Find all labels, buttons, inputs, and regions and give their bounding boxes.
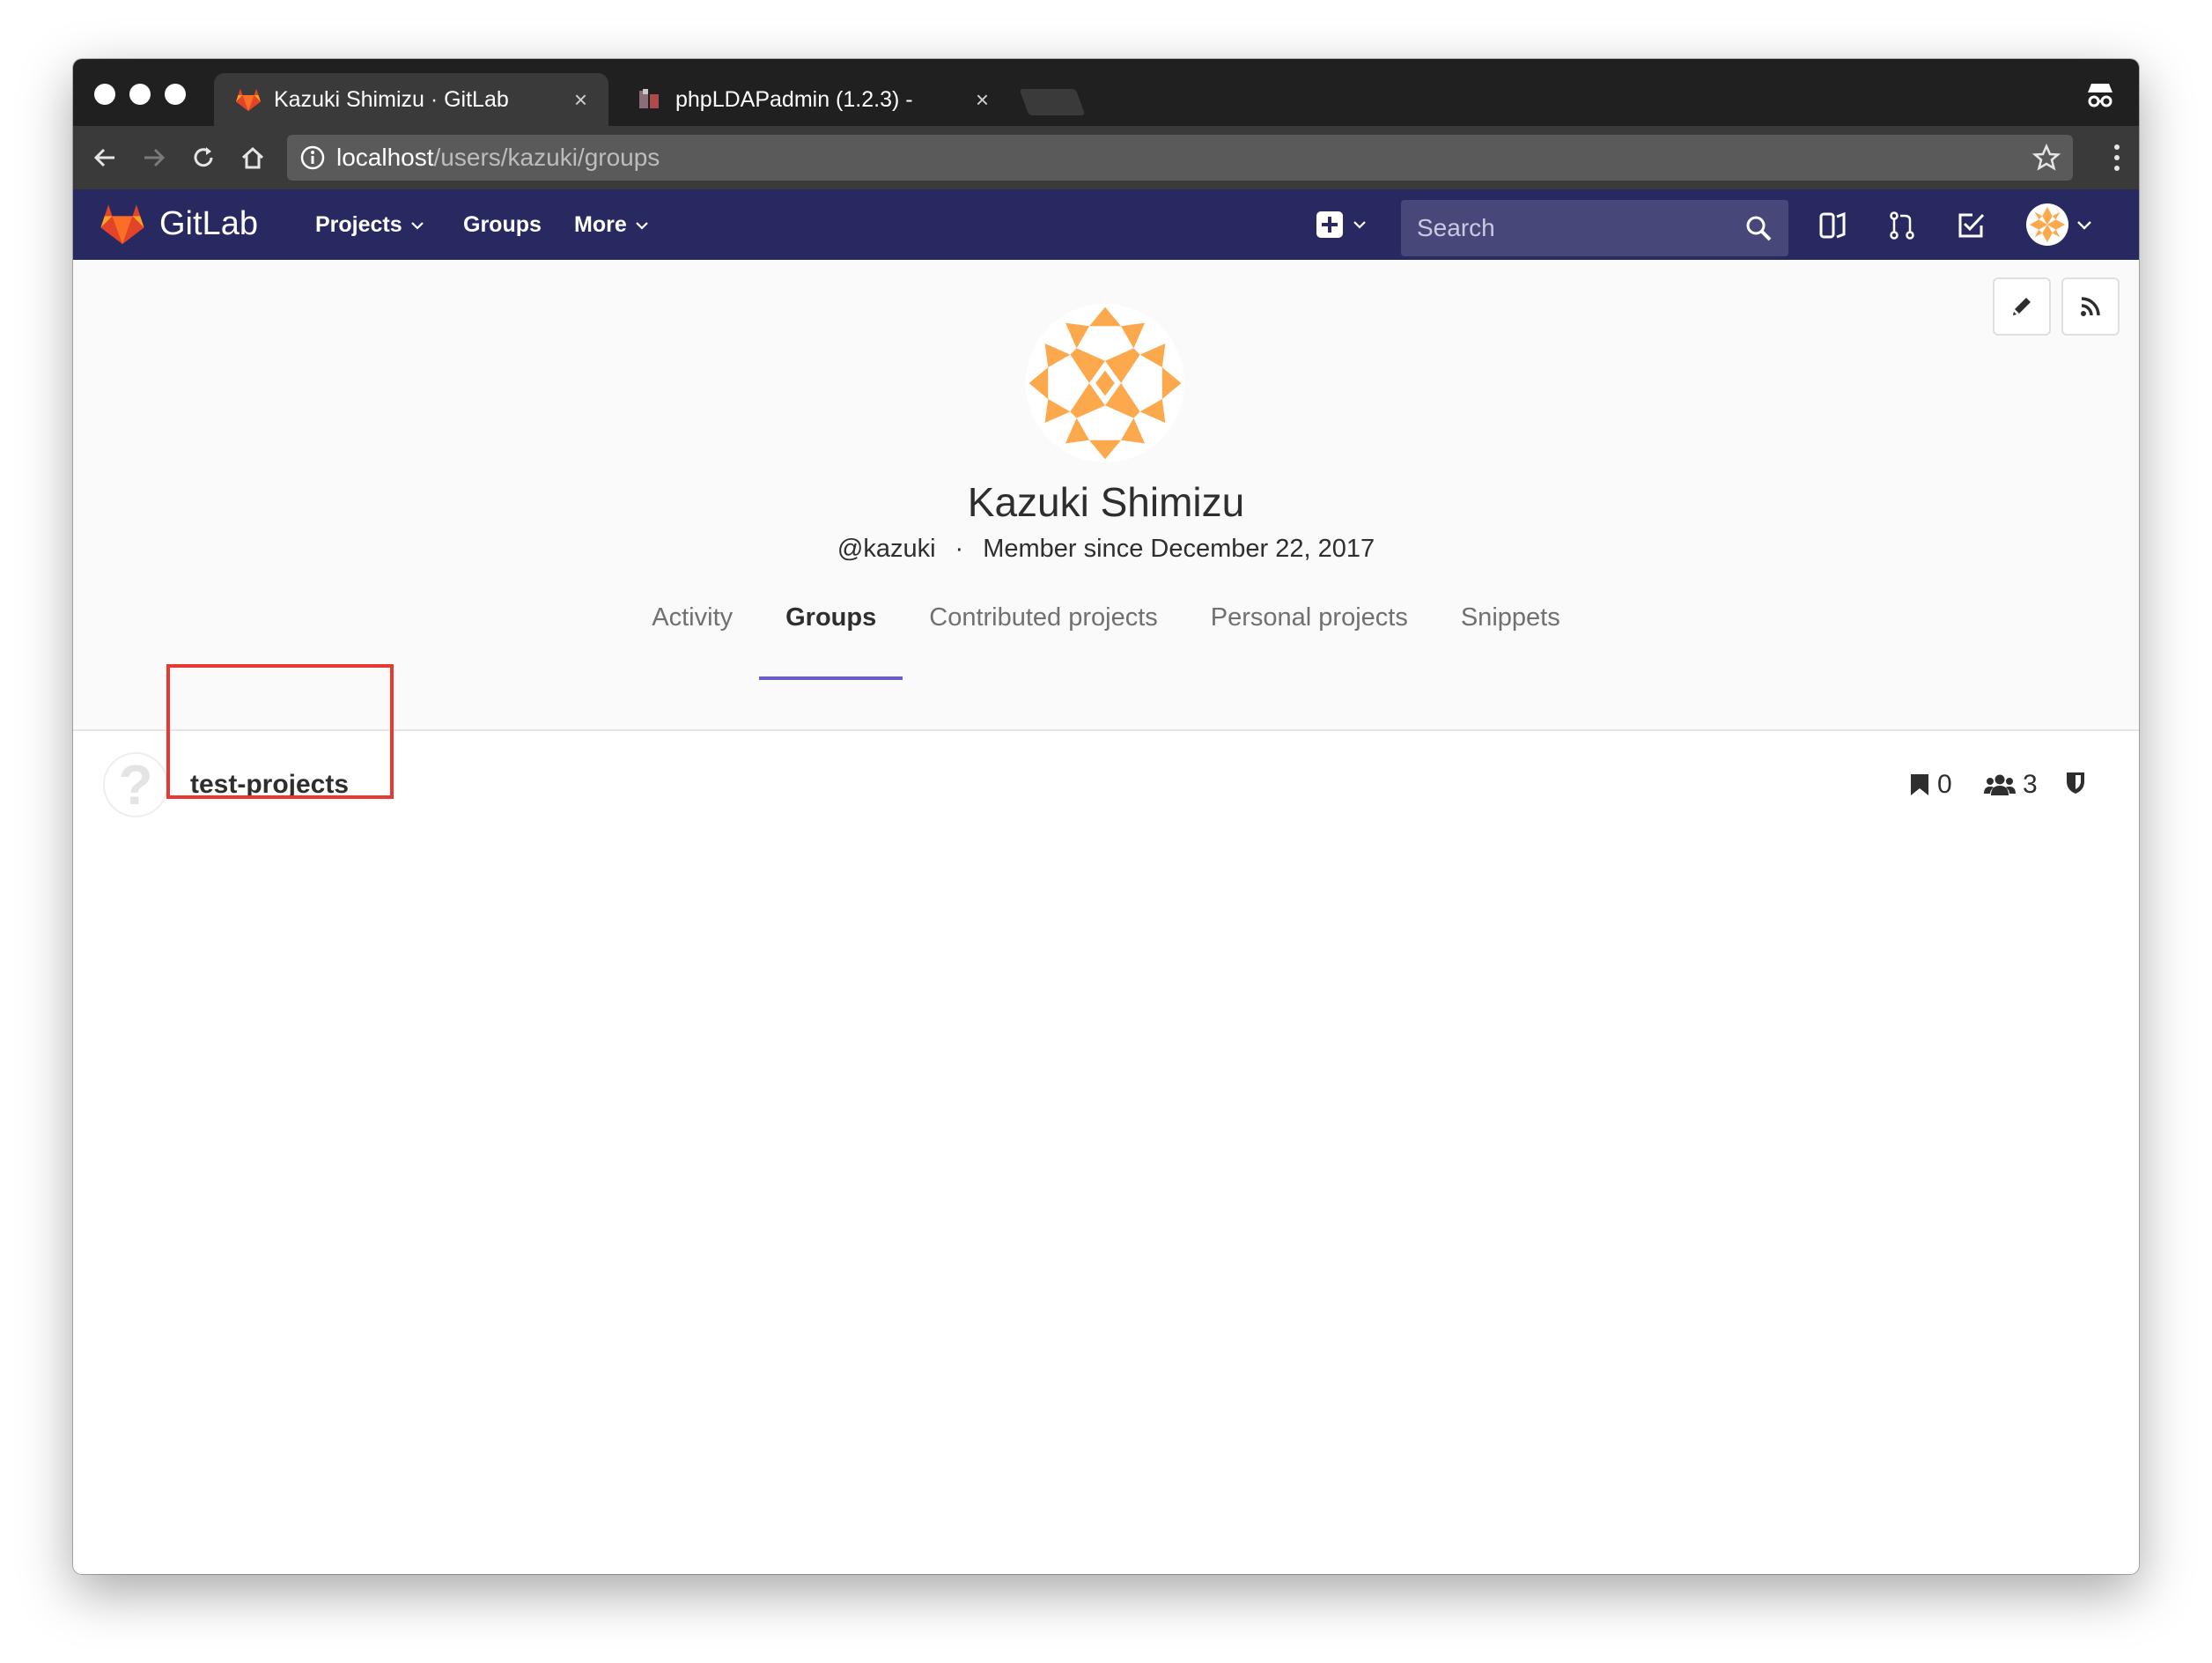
projects-count: 0 [1937,770,1952,799]
nav-groups[interactable]: Groups [463,212,542,238]
browser-menu-icon[interactable] [2112,142,2121,174]
bookmark-icon [1911,774,1928,795]
users-icon [1984,774,2016,795]
issues-board-icon[interactable] [1817,209,1850,242]
info-icon[interactable] [299,144,326,171]
chevron-down-icon[interactable] [2076,216,2093,233]
phpldapadmin-favicon-icon [637,86,663,113]
browser-window: Kazuki Shimizu · GitLab × phpLDAPadmin (… [73,59,2139,1574]
search-icon[interactable] [1744,214,1773,242]
window-zoom-dot[interactable] [165,84,186,105]
browser-tab-gitlab[interactable]: Kazuki Shimizu · GitLab × [214,73,608,126]
plus-square-icon [1316,211,1343,238]
gitlab-header: GitLab Projects Groups More Search [73,189,2139,260]
rss-icon [2081,297,2100,316]
merge-requests-icon[interactable] [1885,209,1919,242]
nav-more-label: More [574,212,627,237]
search-input[interactable]: Search [1401,200,1788,256]
chevron-down-icon [635,221,648,230]
gitlab-favicon-icon [235,86,262,113]
group-avatar[interactable]: ? [103,752,168,817]
pencil-icon [2013,298,2031,315]
forward-arrow-icon[interactable] [135,138,173,177]
nav-projects-label: Projects [315,212,402,237]
tab-title: phpLDAPadmin (1.2.3) - [675,86,913,112]
highlight-annotation-box [166,664,394,799]
back-arrow-icon[interactable] [85,138,124,177]
todos-icon[interactable] [1954,209,1987,242]
profile-avatar [1026,304,1184,462]
meta-separator: · [955,535,964,563]
tab-title: Kazuki Shimizu · GitLab [274,86,509,112]
home-icon[interactable] [233,138,272,177]
search-placeholder: Search [1417,214,1495,241]
profile-header: Kazuki Shimizu @kazuki · Member since Dece… [73,260,2139,731]
members-count: 3 [2023,770,2038,799]
nav-groups-label: Groups [463,212,542,237]
browser-tab-strip: Kazuki Shimizu · GitLab × phpLDAPadmin (… [73,59,2139,126]
new-item-dropdown[interactable] [1315,209,1371,240]
gitlab-brand[interactable]: GitLab [159,205,258,243]
address-bar[interactable]: localhost/users/kazuki/groups [287,135,2073,181]
group-members-count: 3 [1984,770,2038,800]
tab-close-icon[interactable]: × [976,86,989,114]
url-path: /users/kazuki/groups [433,144,660,171]
tab-contributed-projects[interactable]: Contributed projects [903,575,1184,680]
group-visibility [2065,770,2093,795]
tab-snippets[interactable]: Snippets [1434,575,1587,680]
tab-activity[interactable]: Activity [625,575,759,680]
reload-icon[interactable] [184,138,223,177]
chevron-down-icon [1353,221,1366,229]
window-minimize-dot[interactable] [129,84,151,105]
new-tab-button[interactable] [1019,89,1086,115]
group-projects-count: 0 [1909,770,1952,800]
tab-personal-projects[interactable]: Personal projects [1184,575,1434,680]
browser-toolbar: localhost/users/kazuki/groups [73,126,2139,189]
incognito-icon [2083,77,2118,112]
nav-projects[interactable]: Projects [315,212,425,238]
profile-name: Kazuki Shimizu [967,479,1245,525]
profile-username: @kazuki [837,535,936,563]
browser-tab-phpldapadmin[interactable]: phpLDAPadmin (1.2.3) - × [616,73,1010,126]
bookmark-star-icon[interactable] [2031,143,2061,172]
edit-profile-button[interactable] [1993,277,2051,336]
shield-icon [2067,772,2084,794]
member-since: Member since December 22, 2017 [983,535,1375,563]
url-host: localhost [336,144,434,171]
rss-feed-button[interactable] [2061,277,2120,336]
nav-more[interactable]: More [574,212,650,238]
tab-close-icon[interactable]: × [574,86,587,114]
user-avatar[interactable] [2026,203,2068,246]
window-close-dot[interactable] [94,84,115,105]
gitlab-logo-icon[interactable] [100,202,145,246]
chevron-down-icon [410,221,424,230]
tab-groups[interactable]: Groups [759,575,903,680]
profile-meta: @kazuki · Member since December 22, 2017 [73,535,2139,564]
